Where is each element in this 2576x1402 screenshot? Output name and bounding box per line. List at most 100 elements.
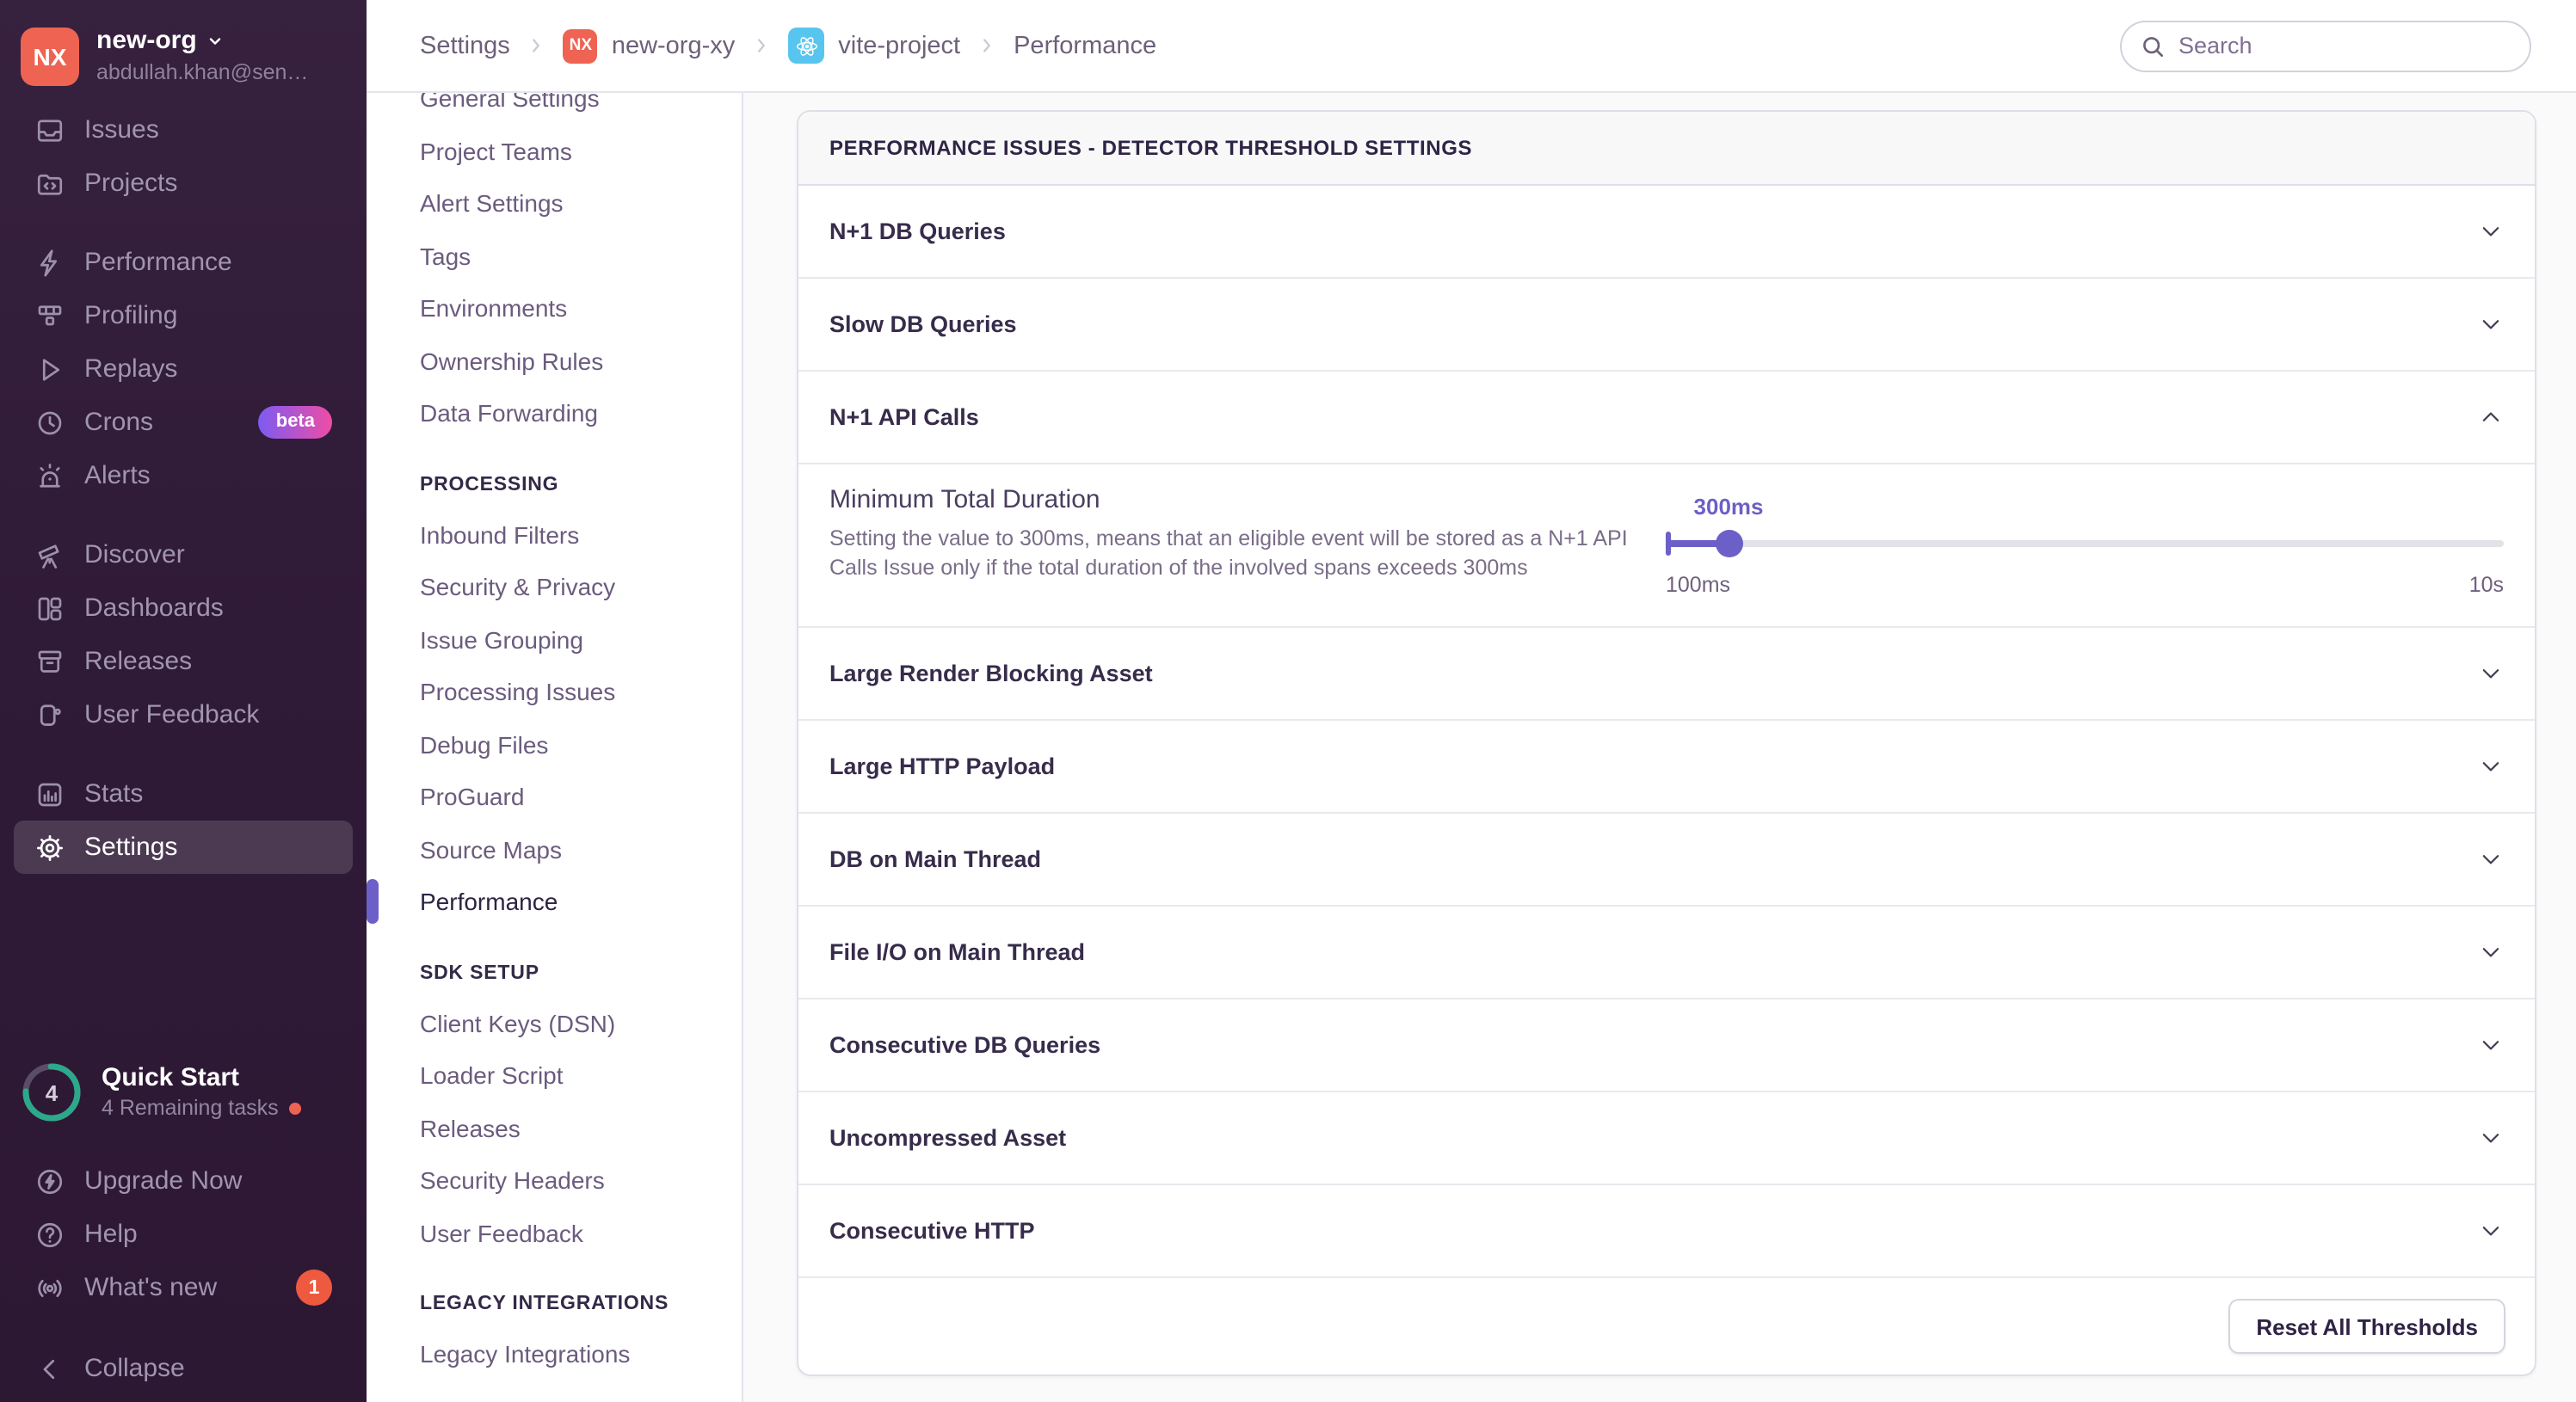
projects-icon	[34, 168, 65, 199]
chevron-down-icon	[2478, 661, 2504, 686]
breadcrumb-project[interactable]: vite-project	[788, 28, 960, 64]
detector-row-uncompressed-asset[interactable]: Uncompressed Asset	[798, 1092, 2535, 1185]
slider-track[interactable]	[1666, 540, 2504, 547]
search-icon	[2139, 32, 2166, 59]
sidebar-item-performance[interactable]: Performance	[14, 236, 353, 289]
chevron-down-icon	[2478, 311, 2504, 337]
detector-row-n1-db-queries[interactable]: N+1 DB Queries	[798, 186, 2535, 279]
sidebar-item-label: Performance	[84, 248, 232, 277]
settings-nav-item-releases[interactable]: Releases	[420, 1102, 742, 1154]
sidebar-item-discover[interactable]: Discover	[14, 528, 353, 581]
chevron-right-icon	[750, 34, 773, 57]
settings-nav-item-inbound-filters[interactable]: Inbound Filters	[420, 508, 742, 561]
settings-nav-item-processing-issues[interactable]: Processing Issues	[420, 666, 742, 718]
sidebar-item-label: Alerts	[84, 461, 151, 490]
breadcrumb-organization[interactable]: NX new-org-xy	[563, 28, 735, 63]
chevron-down-icon	[2478, 846, 2504, 872]
slider-value-label: 300ms	[1693, 494, 1764, 520]
sidebar-item-label: Stats	[84, 779, 144, 809]
sidebar-item-whats-new[interactable]: What's new 1	[14, 1261, 353, 1314]
settings-nav-item-proguard[interactable]: ProGuard	[420, 771, 742, 823]
sidebar-footer: Upgrade Now Help What's new 1	[0, 1154, 367, 1314]
sidebar-item-settings[interactable]: Settings	[14, 821, 353, 874]
upgrade-icon	[34, 1165, 65, 1196]
quick-start-subtitle: 4 Remaining tasks	[102, 1096, 279, 1121]
breadcrumb-performance[interactable]: Performance	[1014, 32, 1156, 59]
settings-nav-item-security-headers[interactable]: Security Headers	[420, 1154, 742, 1207]
stats-icon	[34, 778, 65, 809]
replays-icon	[34, 354, 65, 384]
sidebar-collapse-button[interactable]: Collapse	[14, 1342, 353, 1395]
settings-nav-item-source-maps[interactable]: Source Maps	[420, 823, 742, 876]
settings-nav-item-general-settings[interactable]: General Settings	[420, 93, 742, 125]
slider-min-label: 100ms	[1666, 573, 1731, 597]
sidebar-item-issues[interactable]: Issues	[14, 103, 353, 157]
settings-nav-item-loader-script[interactable]: Loader Script	[420, 1049, 742, 1102]
slider-thumb[interactable]	[1715, 530, 1743, 557]
settings-nav-item-alert-settings[interactable]: Alert Settings	[420, 177, 742, 230]
sidebar-item-upgrade-now[interactable]: Upgrade Now	[14, 1154, 353, 1208]
sidebar-item-label: Settings	[84, 833, 178, 862]
settings-nav-item-issue-grouping[interactable]: Issue Grouping	[420, 613, 742, 666]
chevron-down-icon	[2478, 1032, 2504, 1058]
settings-nav-item-environments[interactable]: Environments	[420, 282, 742, 335]
chevron-left-icon	[34, 1353, 65, 1384]
discover-icon	[34, 539, 65, 570]
settings-nav-item-data-forwarding[interactable]: Data Forwarding	[420, 387, 742, 440]
detector-row-consecutive-http[interactable]: Consecutive HTTP	[798, 1185, 2535, 1278]
reset-all-thresholds-button[interactable]: Reset All Thresholds	[2228, 1299, 2505, 1354]
detector-row-slow-db-queries[interactable]: Slow DB Queries	[798, 279, 2535, 372]
sidebar-item-profiling[interactable]: Profiling	[14, 289, 353, 342]
sidebar-item-label: Projects	[84, 169, 178, 198]
issues-icon	[34, 114, 65, 145]
search-input[interactable]	[2120, 20, 2531, 71]
detector-row-consecutive-db-queries[interactable]: Consecutive DB Queries	[798, 999, 2535, 1092]
react-icon	[788, 28, 825, 64]
detector-settings-panel: PERFORMANCE ISSUES - DETECTOR THRESHOLD …	[797, 110, 2536, 1376]
sidebar-item-crons[interactable]: Crons beta	[14, 396, 353, 449]
sidebar-item-releases[interactable]: Releases	[14, 635, 353, 688]
sidebar-item-help[interactable]: Help	[14, 1208, 353, 1261]
n1-api-calls-expanded-settings: Minimum Total Duration Setting the value…	[798, 464, 2535, 628]
settings-nav-item-ownership-rules[interactable]: Ownership Rules	[420, 335, 742, 387]
profiling-icon	[34, 300, 65, 331]
settings-nav-item-security-privacy[interactable]: Security & Privacy	[420, 561, 742, 613]
sidebar-item-projects[interactable]: Projects	[14, 157, 353, 210]
sidebar-item-stats[interactable]: Stats	[14, 767, 353, 821]
breadcrumb-settings[interactable]: Settings	[420, 32, 510, 59]
settings-nav-item-user-feedback[interactable]: User Feedback	[420, 1207, 742, 1259]
sidebar-item-label: Issues	[84, 115, 159, 145]
detector-row-n1-api-calls[interactable]: N+1 API Calls	[798, 372, 2535, 464]
sidebar-item-label: Profiling	[84, 301, 178, 330]
quick-start-count: 4	[45, 1079, 59, 1105]
duration-slider[interactable]: 300ms	[1666, 494, 2504, 557]
sidebar-item-alerts[interactable]: Alerts	[14, 449, 353, 502]
whats-new-icon	[34, 1272, 65, 1303]
detector-row-file-io-on-main-thread[interactable]: File I/O on Main Thread	[798, 907, 2535, 999]
quick-start-title: Quick Start	[102, 1062, 240, 1091]
org-name: new-org	[96, 26, 197, 55]
detector-row-db-on-main-thread[interactable]: DB on Main Thread	[798, 814, 2535, 907]
settings-nav-item-client-keys[interactable]: Client Keys (DSN)	[420, 997, 742, 1049]
settings-nav-item-tags[interactable]: Tags	[420, 230, 742, 282]
settings-nav-item-project-teams[interactable]: Project Teams	[420, 125, 742, 177]
settings-gear-icon	[34, 832, 65, 863]
chevron-right-icon	[976, 34, 998, 57]
settings-nav-item-legacy-integrations[interactable]: Legacy Integrations	[420, 1328, 742, 1380]
org-switcher[interactable]: NX new-org abdullah.khan@sen…	[0, 17, 367, 86]
quick-start-panel-trigger[interactable]: 4 Quick Start 4 Remaining tasks	[0, 1049, 367, 1135]
sidebar-item-user-feedback[interactable]: User Feedback	[14, 688, 353, 741]
quick-start-progress-ring: 4	[21, 1061, 83, 1123]
sidebar-item-replays[interactable]: Replays	[14, 342, 353, 396]
detector-row-large-render-blocking-asset[interactable]: Large Render Blocking Asset	[798, 628, 2535, 721]
help-icon	[34, 1219, 65, 1250]
settings-nav-item-performance[interactable]: Performance	[367, 876, 742, 928]
search-container	[2120, 20, 2531, 71]
detector-row-large-http-payload[interactable]: Large HTTP Payload	[798, 721, 2535, 814]
settings-nav-section-processing: PROCESSING	[420, 474, 559, 495]
sidebar-item-dashboards[interactable]: Dashboards	[14, 581, 353, 635]
chevron-down-icon	[2478, 1218, 2504, 1244]
chevron-right-icon	[526, 34, 548, 57]
settings-nav-item-debug-files[interactable]: Debug Files	[420, 718, 742, 771]
sidebar-item-label: Crons	[84, 408, 154, 437]
